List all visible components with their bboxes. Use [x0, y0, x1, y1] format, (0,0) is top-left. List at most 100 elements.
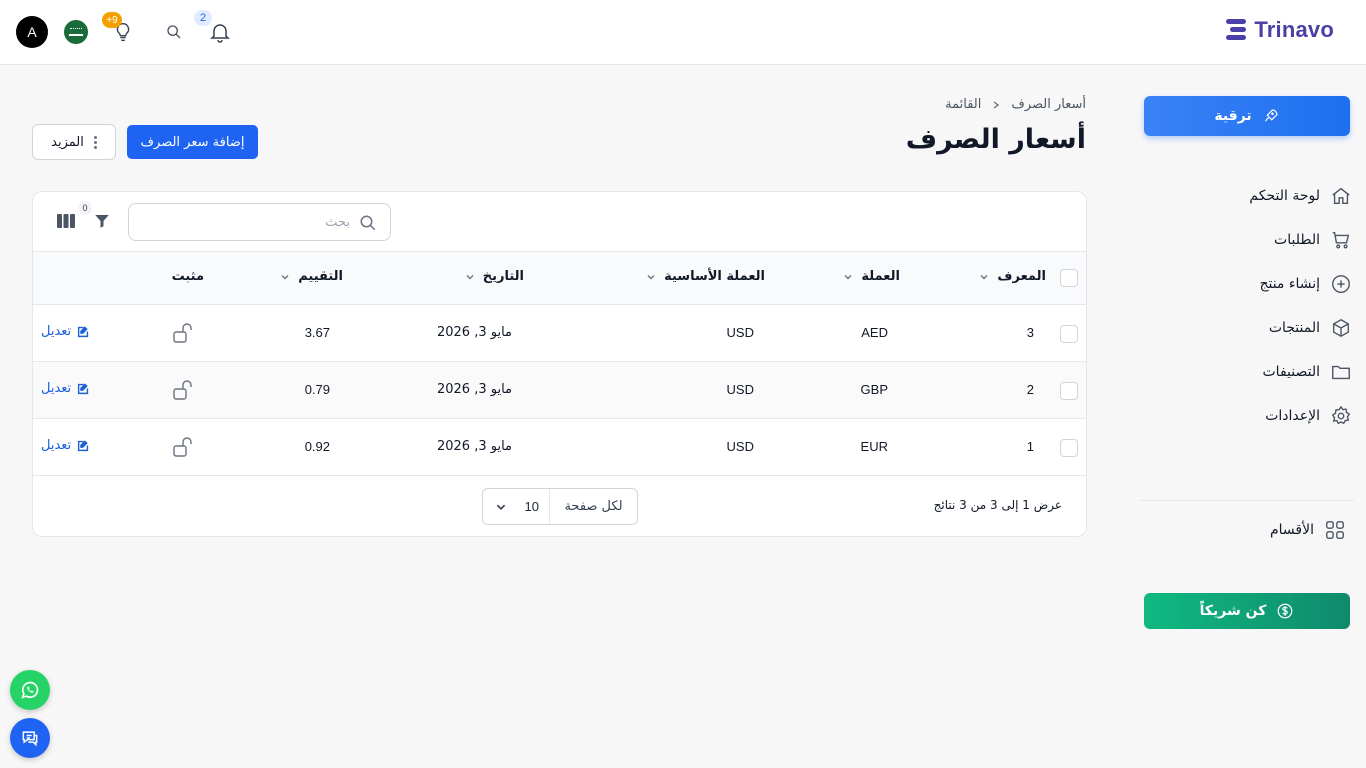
table-row: 2 GBP USD مايو 3, 2026 0.79 تعديل: [33, 362, 1086, 419]
breadcrumb: أسعار الصرف القائمة: [945, 97, 1086, 112]
sidebar-item-label: الإعدادات: [1265, 408, 1320, 424]
sidebar-item-categories[interactable]: التصنيفات: [1263, 360, 1353, 384]
chat-icon: [22, 731, 38, 747]
filter-count-badge: 0: [78, 201, 92, 215]
column-header-rate[interactable]: التقييم: [280, 269, 343, 284]
search-input[interactable]: [150, 212, 350, 232]
cell-currency: AED: [861, 325, 888, 340]
sidebar-item-label: المنتجات: [1268, 320, 1320, 336]
sidebar-item-label: التصنيفات: [1262, 364, 1321, 380]
top-bar: Trinavo A +9 2: [0, 0, 1366, 65]
chevron-down-icon: [281, 274, 289, 279]
cell-base-currency: USD: [726, 439, 754, 454]
box-icon: [1332, 318, 1350, 338]
column-label: مثبت: [171, 269, 204, 284]
grid-icon: [1326, 521, 1344, 539]
cell-id: 3: [1026, 325, 1034, 340]
row-checkbox[interactable]: [1060, 382, 1078, 400]
whatsapp-icon: [21, 681, 39, 699]
sidebar-item-label: لوحة التحكم: [1249, 188, 1320, 204]
cart-icon: [1332, 231, 1350, 249]
ideas-badge: +9: [102, 12, 122, 28]
table-row: 1 EUR USD مايو 3, 2026 0.92 تعديل: [33, 419, 1086, 476]
partner-label: كن شريكاً: [1199, 603, 1267, 619]
cell-rate: 3.67: [304, 325, 330, 340]
table-header: المعرف العملة العملة الأساسية التاريخ ال…: [33, 252, 1086, 305]
sidebar-item-dashboard[interactable]: لوحة التحكم: [1249, 184, 1352, 208]
cell-date: مايو 3, 2026: [436, 382, 512, 397]
edit-label: تعديل: [41, 438, 72, 453]
columns-icon[interactable]: [57, 213, 75, 229]
column-header-id[interactable]: المعرف: [979, 269, 1046, 284]
breadcrumb-item[interactable]: أسعار الصرف: [1011, 97, 1086, 112]
results-summary: عرض 1 إلى 3 من 3 نتائج: [933, 498, 1062, 512]
unlock-icon[interactable]: [171, 435, 195, 459]
column-label: العملة: [861, 269, 900, 284]
add-exchange-rate-button[interactable]: إضافة سعر الصرف: [127, 125, 258, 159]
sidebar-item-settings[interactable]: الإعدادات: [1265, 404, 1352, 428]
plus-circle-icon: [1332, 275, 1350, 293]
brand-logo[interactable]: Trinavo: [1224, 17, 1334, 43]
row-checkbox[interactable]: [1060, 325, 1078, 343]
sidebar-item-label: الطلبات: [1274, 232, 1320, 248]
column-header-currency[interactable]: العملة: [843, 269, 900, 284]
sidebar-item-sections[interactable]: الأقسام: [1270, 518, 1346, 542]
gear-icon: [1331, 405, 1351, 425]
more-vertical-icon: [93, 135, 97, 149]
partner-button[interactable]: كن شريكاً: [1144, 593, 1350, 629]
brand-name: Trinavo: [1254, 17, 1334, 42]
cell-rate: 0.92: [304, 439, 330, 454]
per-page-value-box[interactable]: 10: [483, 489, 549, 524]
more-button[interactable]: المزيد: [32, 124, 116, 160]
cell-id: 1: [1026, 439, 1034, 454]
page-title: أسعار الصرف: [905, 124, 1086, 155]
filter-icon[interactable]: [93, 212, 111, 230]
select-all-checkbox[interactable]: [1060, 269, 1078, 287]
dollar-circle-icon: [1278, 603, 1293, 619]
notifications-badge: 2: [194, 10, 212, 26]
per-page-select[interactable]: لكل صفحة 10: [482, 488, 638, 525]
table-toolbar: 0: [33, 192, 1086, 252]
chat-button[interactable]: [10, 718, 50, 758]
column-header-date[interactable]: التاريخ: [465, 269, 524, 284]
language-flag-icon[interactable]: [64, 20, 88, 44]
sidebar-item-label: الأقسام: [1270, 522, 1314, 538]
row-checkbox[interactable]: [1060, 439, 1078, 457]
unlock-icon[interactable]: [171, 321, 195, 345]
logo-mark-icon: [1224, 17, 1248, 43]
edit-label: تعديل: [41, 324, 72, 339]
more-label: المزيد: [51, 134, 84, 150]
edit-label: تعديل: [41, 381, 72, 396]
cell-base-currency: USD: [726, 382, 754, 397]
search-icon: [360, 215, 376, 231]
avatar[interactable]: A: [16, 16, 48, 48]
edit-link[interactable]: تعديل: [41, 438, 90, 453]
edit-icon: [78, 326, 89, 338]
edit-link[interactable]: تعديل: [41, 324, 90, 339]
table-row: 3 AED USD مايو 3, 2026 3.67 تعديل: [33, 305, 1086, 362]
whatsapp-button[interactable]: [10, 670, 50, 710]
cell-date: مايو 3, 2026: [436, 439, 512, 454]
chevron-icon: [993, 100, 1000, 109]
column-header-base-currency[interactable]: العملة الأساسية: [646, 269, 765, 284]
column-label: التقييم: [298, 269, 343, 284]
cell-currency: EUR: [860, 439, 888, 454]
column-header-pinned: مثبت: [172, 269, 204, 284]
column-label: العملة الأساسية: [664, 269, 765, 284]
edit-link[interactable]: تعديل: [41, 381, 90, 396]
sidebar-item-products[interactable]: المنتجات: [1269, 316, 1352, 340]
edit-icon: [78, 383, 89, 395]
search-icon[interactable]: [166, 24, 182, 40]
search-field[interactable]: [128, 203, 391, 241]
sidebar-item-orders[interactable]: الطلبات: [1274, 228, 1352, 252]
chevron-down-icon: [496, 504, 506, 510]
edit-icon: [78, 440, 89, 452]
breadcrumb-item: القائمة: [945, 97, 982, 112]
sidebar-item-label: إنشاء منتج: [1259, 276, 1320, 292]
per-page-value: 10: [524, 499, 539, 514]
rocket-icon: [1264, 109, 1278, 122]
upgrade-button[interactable]: ترقية: [1144, 96, 1350, 136]
bell-icon[interactable]: [208, 20, 232, 44]
unlock-icon[interactable]: [171, 378, 195, 402]
sidebar-item-create-product[interactable]: إنشاء منتج: [1259, 272, 1352, 296]
